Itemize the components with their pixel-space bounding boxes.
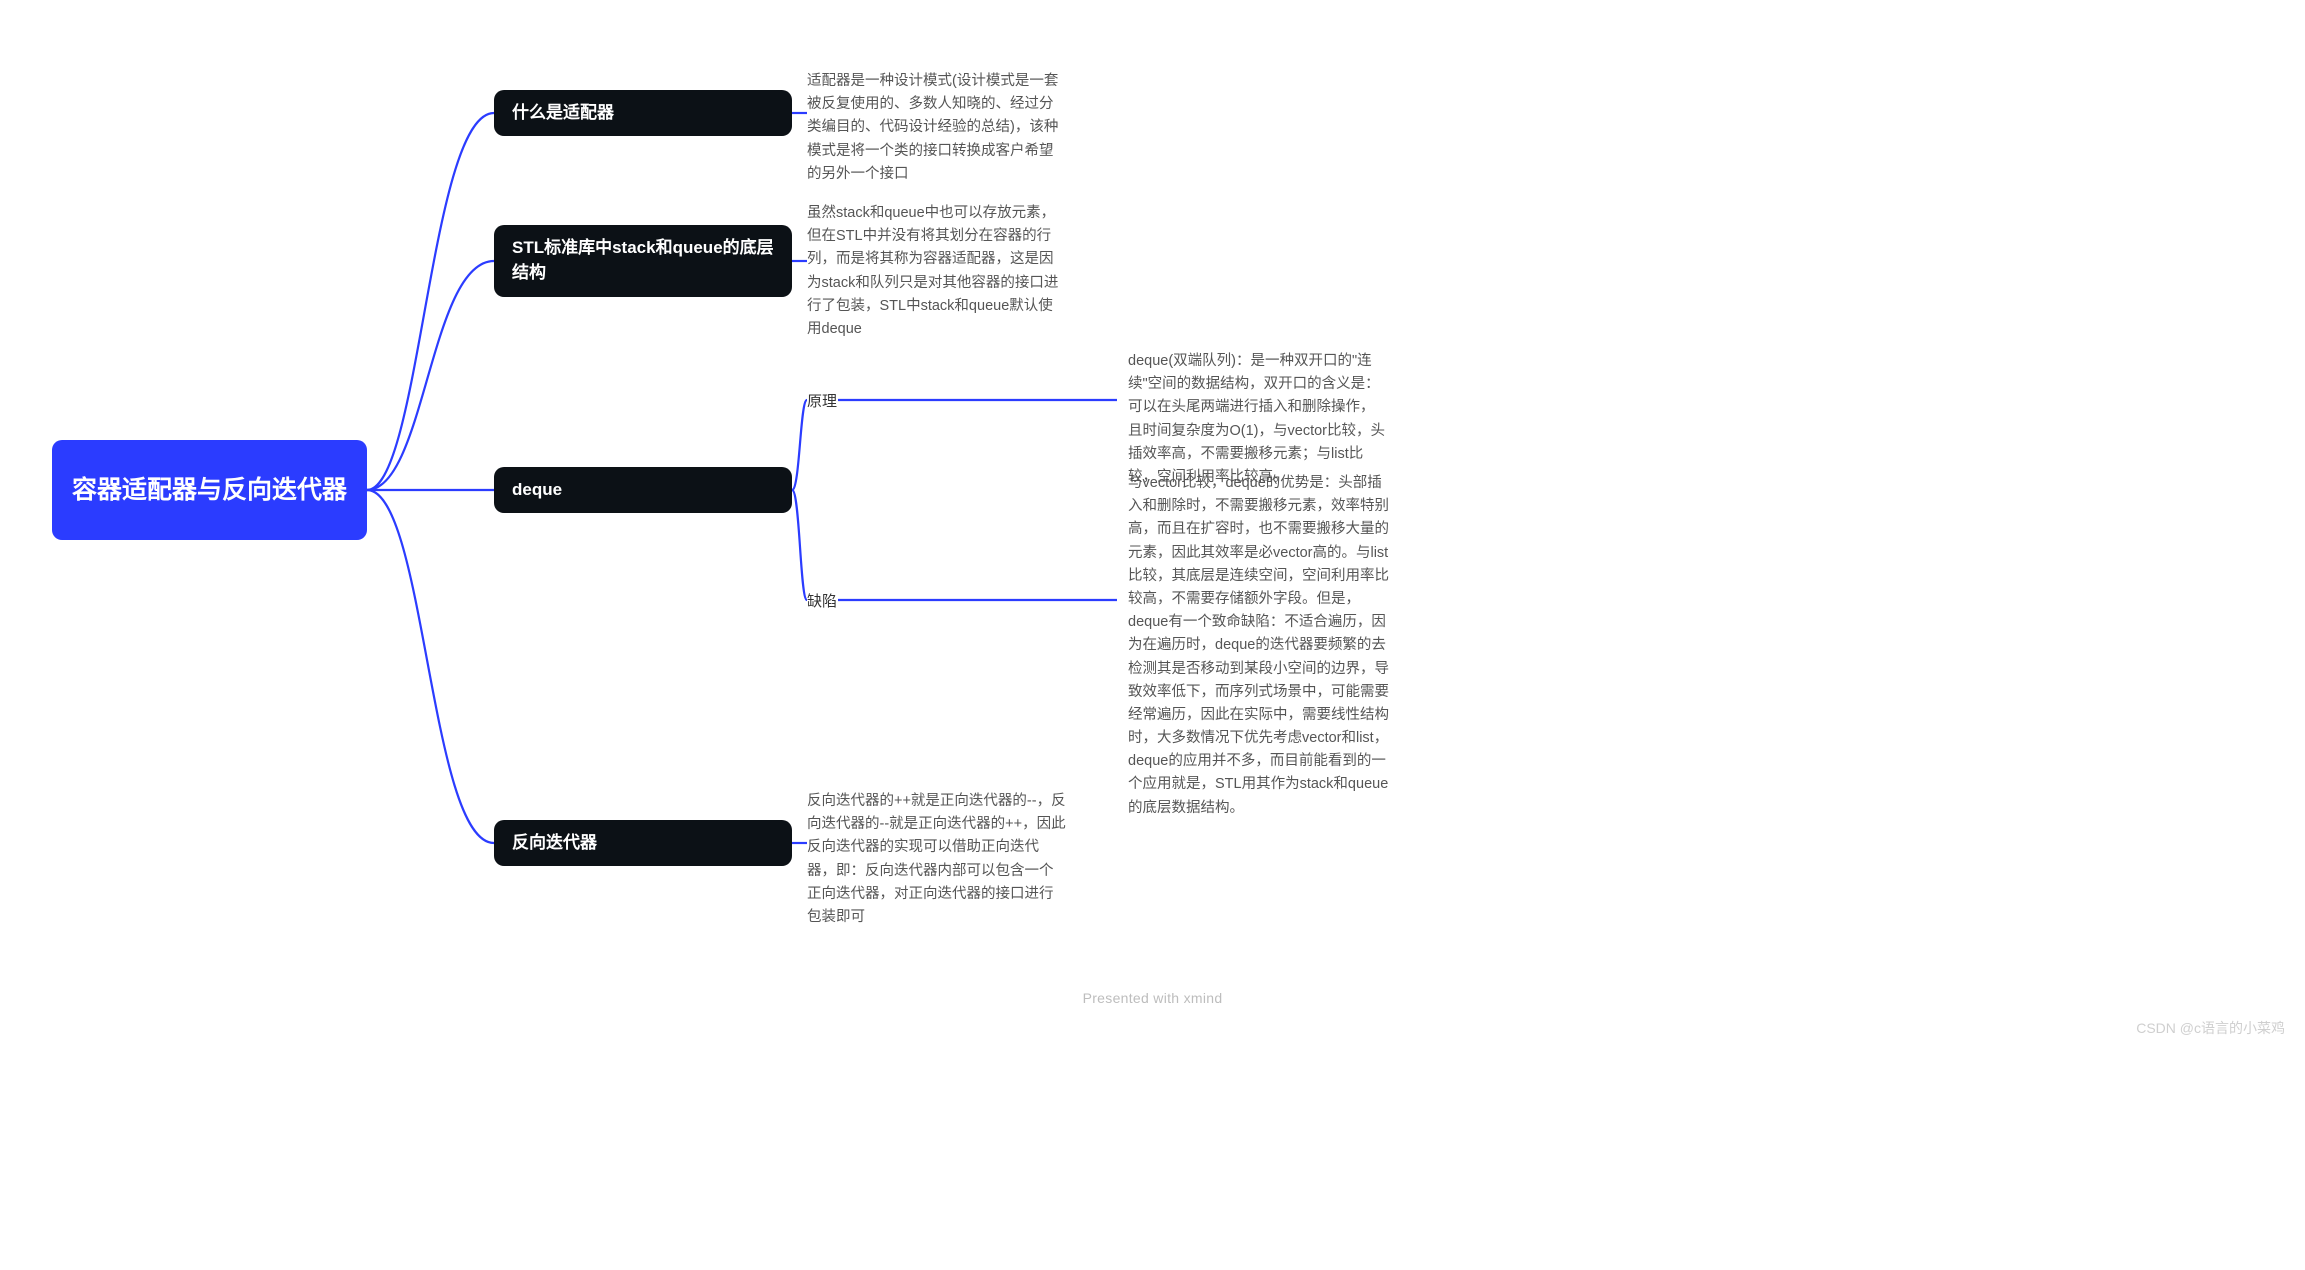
branch-label: 什么是适配器 xyxy=(512,101,614,126)
branch-deque[interactable]: deque xyxy=(494,467,792,513)
root-label: 容器适配器与反向迭代器 xyxy=(72,473,347,508)
branch-label: 反向迭代器 xyxy=(512,831,597,856)
leaf-text: 反向迭代器的++就是正向迭代器的--，反向迭代器的--就是正向迭代器的++，因此… xyxy=(807,793,1066,925)
branch-what-is-adapter[interactable]: 什么是适配器 xyxy=(494,90,792,136)
leaf-what-is-adapter-desc: 适配器是一种设计模式(设计模式是一套被反复使用的、多数人知晓的、经过分类编目的、… xyxy=(807,70,1067,186)
leaf-text: deque(双端队列)：是一种双开口的"连续"空间的数据结构，双开口的含义是：可… xyxy=(1128,353,1385,485)
leaf-text: 虽然stack和queue中也可以存放元素，但在STL中并没有将其划分在容器的行… xyxy=(807,205,1058,337)
branch-reverse-iterator[interactable]: 反向迭代器 xyxy=(494,820,792,866)
root-node[interactable]: 容器适配器与反向迭代器 xyxy=(52,440,367,540)
footer-credit: Presented with xmind xyxy=(0,990,2305,1006)
sub-label: 缺陷 xyxy=(807,593,837,610)
branch-label: deque xyxy=(512,478,562,503)
sub-label: 原理 xyxy=(807,393,837,410)
sub-deque-principle[interactable]: 原理 xyxy=(807,390,837,411)
branch-label: STL标准库中stack和queue的底层结构 xyxy=(512,236,774,285)
branch-stl-stack-queue[interactable]: STL标准库中stack和queue的底层结构 xyxy=(494,225,792,297)
sub-deque-defect[interactable]: 缺陷 xyxy=(807,590,837,611)
footer-text: Presented with xmind xyxy=(1083,990,1223,1006)
leaf-deque-defect-desc: 与vector比较，deque的优势是：头部插入和删除时，不需要搬移元素，效率特… xyxy=(1128,472,1390,820)
leaf-text: 适配器是一种设计模式(设计模式是一套被反复使用的、多数人知晓的、经过分类编目的、… xyxy=(807,73,1058,182)
leaf-reverse-iterator-desc: 反向迭代器的++就是正向迭代器的--，反向迭代器的--就是正向迭代器的++，因此… xyxy=(807,790,1067,929)
leaf-stl-desc: 虽然stack和queue中也可以存放元素，但在STL中并没有将其划分在容器的行… xyxy=(807,202,1067,341)
watermark: CSDN @c语言的小菜鸡 xyxy=(2136,1018,2285,1038)
watermark-text: CSDN @c语言的小菜鸡 xyxy=(2136,1020,2285,1036)
leaf-text: 与vector比较，deque的优势是：头部插入和删除时，不需要搬移元素，效率特… xyxy=(1128,475,1389,816)
mindmap-canvas: 容器适配器与反向迭代器 什么是适配器 适配器是一种设计模式(设计模式是一套被反复… xyxy=(0,0,2305,1270)
leaf-deque-principle-desc: deque(双端队列)：是一种双开口的"连续"空间的数据结构，双开口的含义是：可… xyxy=(1128,350,1388,489)
